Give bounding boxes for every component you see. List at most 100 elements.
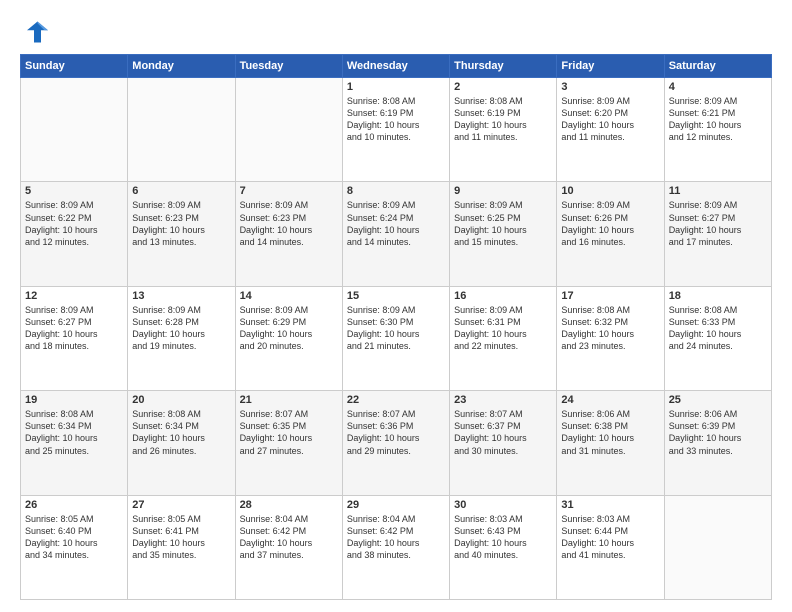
calendar-cell: 2 Sunrise: 8:08 AM Sunset: 6:19 PM Daylig… bbox=[450, 78, 557, 182]
calendar-cell bbox=[21, 78, 128, 182]
cell-info: Sunrise: 8:08 AM Sunset: 6:34 PM Dayligh… bbox=[25, 408, 123, 457]
day-number: 25 bbox=[669, 394, 767, 406]
weekday-header-saturday: Saturday bbox=[664, 55, 771, 78]
week-row-4: 19 Sunrise: 8:08 AM Sunset: 6:34 PM Dayli… bbox=[21, 391, 772, 495]
logo-icon bbox=[20, 18, 48, 46]
calendar-cell: 5Sunrise: 8:09 AM Sunset: 6:22 PM Daylig… bbox=[21, 182, 128, 286]
page: SundayMondayTuesdayWednesdayThursdayFrid… bbox=[0, 0, 792, 612]
cell-info: Sunrise: 8:05 AM Sunset: 6:40 PM Dayligh… bbox=[25, 513, 123, 562]
cell-info: Sunrise: 8:09 AM Sunset: 6:21 PM Dayligh… bbox=[669, 95, 767, 144]
cell-info: Sunrise: 8:09 AM Sunset: 6:30 PM Dayligh… bbox=[347, 304, 445, 353]
calendar-cell: 1 Sunrise: 8:08 AM Sunset: 6:19 PM Daylig… bbox=[342, 78, 449, 182]
day-number: 24 bbox=[561, 394, 659, 406]
day-number: 18 bbox=[669, 290, 767, 302]
calendar-cell: 28 Sunrise: 8:04 AM Sunset: 6:42 PM Dayli… bbox=[235, 495, 342, 599]
cell-info: Sunrise: 8:09 AM Sunset: 6:27 PM Dayligh… bbox=[669, 199, 767, 248]
day-number: 20 bbox=[132, 394, 230, 406]
weekday-header-thursday: Thursday bbox=[450, 55, 557, 78]
day-number: 17 bbox=[561, 290, 659, 302]
cell-info: Sunrise: 8:09 AM Sunset: 6:28 PM Dayligh… bbox=[132, 304, 230, 353]
cell-info: Sunrise: 8:09 AM Sunset: 6:31 PM Dayligh… bbox=[454, 304, 552, 353]
calendar-cell: 17 Sunrise: 8:08 AM Sunset: 6:32 PM Dayli… bbox=[557, 286, 664, 390]
cell-info: Sunrise: 8:05 AM Sunset: 6:41 PM Dayligh… bbox=[132, 513, 230, 562]
cell-info: Sunrise: 8:08 AM Sunset: 6:19 PM Dayligh… bbox=[454, 95, 552, 144]
day-number: 27 bbox=[132, 499, 230, 511]
calendar-cell: 21 Sunrise: 8:07 AM Sunset: 6:35 PM Dayli… bbox=[235, 391, 342, 495]
calendar-cell: 6 Sunrise: 8:09 AM Sunset: 6:23 PM Daylig… bbox=[128, 182, 235, 286]
day-number: 28 bbox=[240, 499, 338, 511]
day-number: 15 bbox=[347, 290, 445, 302]
calendar-cell: 7Sunrise: 8:09 AM Sunset: 6:23 PM Daylig… bbox=[235, 182, 342, 286]
calendar-cell: 4 Sunrise: 8:09 AM Sunset: 6:21 PM Daylig… bbox=[664, 78, 771, 182]
calendar-cell: 3Sunrise: 8:09 AM Sunset: 6:20 PM Daylig… bbox=[557, 78, 664, 182]
calendar-cell bbox=[664, 495, 771, 599]
cell-info: Sunrise: 8:07 AM Sunset: 6:35 PM Dayligh… bbox=[240, 408, 338, 457]
weekday-header-sunday: Sunday bbox=[21, 55, 128, 78]
cell-info: Sunrise: 8:08 AM Sunset: 6:19 PM Dayligh… bbox=[347, 95, 445, 144]
cell-info: Sunrise: 8:09 AM Sunset: 6:25 PM Dayligh… bbox=[454, 199, 552, 248]
calendar-cell: 30 Sunrise: 8:03 AM Sunset: 6:43 PM Dayli… bbox=[450, 495, 557, 599]
day-number: 14 bbox=[240, 290, 338, 302]
week-row-1: 1 Sunrise: 8:08 AM Sunset: 6:19 PM Daylig… bbox=[21, 78, 772, 182]
calendar-cell: 10 Sunrise: 8:09 AM Sunset: 6:26 PM Dayli… bbox=[557, 182, 664, 286]
day-number: 26 bbox=[25, 499, 123, 511]
calendar-cell: 18 Sunrise: 8:08 AM Sunset: 6:33 PM Dayli… bbox=[664, 286, 771, 390]
cell-info: Sunrise: 8:09 AM Sunset: 6:26 PM Dayligh… bbox=[561, 199, 659, 248]
logo bbox=[20, 18, 52, 46]
cell-info: Sunrise: 8:04 AM Sunset: 6:42 PM Dayligh… bbox=[347, 513, 445, 562]
cell-info: Sunrise: 8:07 AM Sunset: 6:36 PM Dayligh… bbox=[347, 408, 445, 457]
calendar-cell: 25 Sunrise: 8:06 AM Sunset: 6:39 PM Dayli… bbox=[664, 391, 771, 495]
day-number: 10 bbox=[561, 185, 659, 197]
week-row-2: 5Sunrise: 8:09 AM Sunset: 6:22 PM Daylig… bbox=[21, 182, 772, 286]
day-number: 9 bbox=[454, 185, 552, 197]
day-number: 13 bbox=[132, 290, 230, 302]
calendar-cell: 31Sunrise: 8:03 AM Sunset: 6:44 PM Dayli… bbox=[557, 495, 664, 599]
cell-info: Sunrise: 8:07 AM Sunset: 6:37 PM Dayligh… bbox=[454, 408, 552, 457]
calendar-cell: 14 Sunrise: 8:09 AM Sunset: 6:29 PM Dayli… bbox=[235, 286, 342, 390]
calendar-cell: 11 Sunrise: 8:09 AM Sunset: 6:27 PM Dayli… bbox=[664, 182, 771, 286]
day-number: 2 bbox=[454, 81, 552, 93]
day-number: 11 bbox=[669, 185, 767, 197]
calendar-cell: 15 Sunrise: 8:09 AM Sunset: 6:30 PM Dayli… bbox=[342, 286, 449, 390]
calendar-cell: 19 Sunrise: 8:08 AM Sunset: 6:34 PM Dayli… bbox=[21, 391, 128, 495]
cell-info: Sunrise: 8:08 AM Sunset: 6:33 PM Dayligh… bbox=[669, 304, 767, 353]
calendar-cell: 12Sunrise: 8:09 AM Sunset: 6:27 PM Dayli… bbox=[21, 286, 128, 390]
day-number: 6 bbox=[132, 185, 230, 197]
day-number: 3 bbox=[561, 81, 659, 93]
calendar-cell: 9 Sunrise: 8:09 AM Sunset: 6:25 PM Daylig… bbox=[450, 182, 557, 286]
day-number: 23 bbox=[454, 394, 552, 406]
day-number: 5 bbox=[25, 185, 123, 197]
weekday-header-wednesday: Wednesday bbox=[342, 55, 449, 78]
day-number: 7 bbox=[240, 185, 338, 197]
calendar-cell: 23 Sunrise: 8:07 AM Sunset: 6:37 PM Dayli… bbox=[450, 391, 557, 495]
calendar-cell: 26 Sunrise: 8:05 AM Sunset: 6:40 PM Dayli… bbox=[21, 495, 128, 599]
cell-info: Sunrise: 8:09 AM Sunset: 6:29 PM Dayligh… bbox=[240, 304, 338, 353]
day-number: 8 bbox=[347, 185, 445, 197]
cell-info: Sunrise: 8:08 AM Sunset: 6:32 PM Dayligh… bbox=[561, 304, 659, 353]
day-number: 16 bbox=[454, 290, 552, 302]
calendar-cell: 8Sunrise: 8:09 AM Sunset: 6:24 PM Daylig… bbox=[342, 182, 449, 286]
weekday-header-row: SundayMondayTuesdayWednesdayThursdayFrid… bbox=[21, 55, 772, 78]
header bbox=[20, 18, 772, 46]
day-number: 1 bbox=[347, 81, 445, 93]
week-row-3: 12Sunrise: 8:09 AM Sunset: 6:27 PM Dayli… bbox=[21, 286, 772, 390]
weekday-header-friday: Friday bbox=[557, 55, 664, 78]
cell-info: Sunrise: 8:09 AM Sunset: 6:23 PM Dayligh… bbox=[132, 199, 230, 248]
cell-info: Sunrise: 8:04 AM Sunset: 6:42 PM Dayligh… bbox=[240, 513, 338, 562]
calendar-cell: 20Sunrise: 8:08 AM Sunset: 6:34 PM Dayli… bbox=[128, 391, 235, 495]
calendar-cell bbox=[128, 78, 235, 182]
cell-info: Sunrise: 8:06 AM Sunset: 6:39 PM Dayligh… bbox=[669, 408, 767, 457]
day-number: 4 bbox=[669, 81, 767, 93]
calendar-cell: 16 Sunrise: 8:09 AM Sunset: 6:31 PM Dayli… bbox=[450, 286, 557, 390]
calendar-cell: 24 Sunrise: 8:06 AM Sunset: 6:38 PM Dayli… bbox=[557, 391, 664, 495]
calendar-cell: 29 Sunrise: 8:04 AM Sunset: 6:42 PM Dayli… bbox=[342, 495, 449, 599]
weekday-header-monday: Monday bbox=[128, 55, 235, 78]
day-number: 29 bbox=[347, 499, 445, 511]
day-number: 19 bbox=[25, 394, 123, 406]
cell-info: Sunrise: 8:03 AM Sunset: 6:44 PM Dayligh… bbox=[561, 513, 659, 562]
cell-info: Sunrise: 8:03 AM Sunset: 6:43 PM Dayligh… bbox=[454, 513, 552, 562]
week-row-5: 26 Sunrise: 8:05 AM Sunset: 6:40 PM Dayli… bbox=[21, 495, 772, 599]
cell-info: Sunrise: 8:06 AM Sunset: 6:38 PM Dayligh… bbox=[561, 408, 659, 457]
day-number: 21 bbox=[240, 394, 338, 406]
day-number: 30 bbox=[454, 499, 552, 511]
